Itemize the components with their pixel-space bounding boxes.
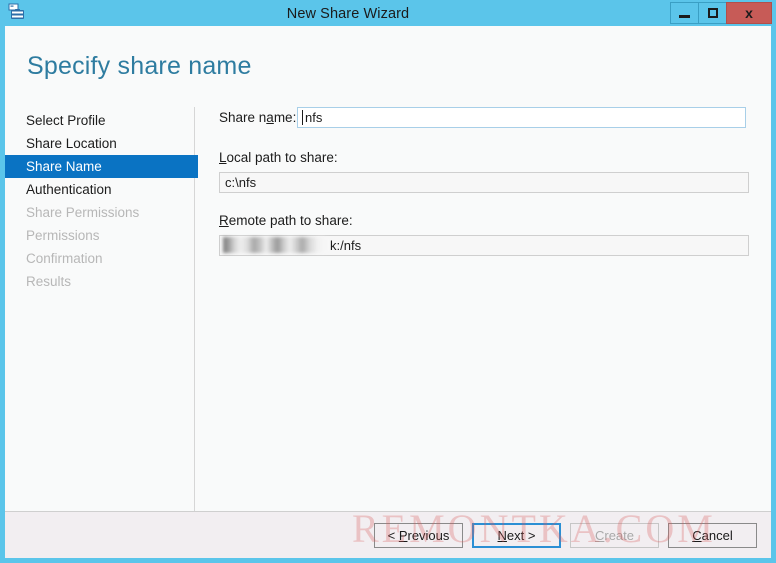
maximize-icon (707, 8, 718, 18)
sidebar-item-select-profile[interactable]: Select Profile (5, 109, 194, 132)
sidebar-item-confirmation: Confirmation (5, 247, 194, 270)
title-bar[interactable]: New Share Wizard x (0, 0, 776, 26)
remote-path-input-wrapper (219, 235, 749, 256)
share-name-input[interactable] (297, 107, 746, 128)
new-share-wizard-window: New Share Wizard x Specify share name Se… (0, 0, 776, 563)
accelerator-char: a (266, 110, 274, 125)
window-controls: x (670, 2, 772, 24)
accelerator-char: L (219, 150, 227, 165)
sidebar-item-results: Results (5, 270, 194, 293)
sidebar-item-label: Share Location (26, 136, 117, 151)
maximize-button[interactable] (698, 2, 726, 24)
close-button[interactable]: x (726, 2, 772, 24)
sidebar-item-label: Select Profile (26, 113, 106, 128)
sidebar-item-label: Results (26, 274, 72, 289)
accelerator-char: C (692, 527, 702, 543)
previous-button[interactable]: < Previous (374, 522, 463, 548)
sidebar-item-label: Share Name (26, 159, 102, 174)
sidebar-item-share-name[interactable]: Share Name (5, 155, 198, 178)
sidebar-item-label: Confirmation (26, 251, 103, 266)
create-button: Create (570, 522, 659, 548)
sidebar-item-label: Authentication (26, 182, 112, 197)
sidebar-item-share-permissions: Share Permissions (5, 201, 194, 224)
cancel-button[interactable]: Cancel (668, 522, 757, 548)
sidebar-item-permissions: Permissions (5, 224, 194, 247)
remote-path-field: Remote path to share: (219, 213, 749, 256)
wizard-footer: < Previous Next > Create Cancel (5, 511, 771, 558)
local-path-label: Local path to share: (219, 150, 338, 165)
remote-path-label: Remote path to share: (219, 213, 353, 228)
minimize-icon (679, 14, 690, 18)
window-title: New Share Wizard (286, 6, 410, 22)
wizard-steps-sidebar: Select Profile Share Location Share Name… (5, 107, 198, 511)
local-path-input[interactable] (219, 172, 749, 193)
sidebar-item-authentication[interactable]: Authentication (5, 178, 194, 201)
accelerator-char: C (594, 527, 605, 543)
next-button[interactable]: Next > (472, 522, 561, 548)
window-body: Specify share name Select Profile Share … (5, 26, 771, 558)
main-pane: Share name: Local path to share: Remote … (195, 107, 771, 511)
minimize-button[interactable] (670, 2, 698, 24)
share-name-input-wrapper (297, 107, 746, 128)
share-name-label: Share name: (219, 110, 297, 125)
sidebar-item-label: Permissions (26, 228, 100, 243)
content-area: Select Profile Share Location Share Name… (5, 81, 771, 511)
share-server-icon (8, 3, 26, 21)
remote-path-input[interactable] (219, 235, 749, 256)
accelerator-char: N (497, 527, 507, 543)
sidebar-item-share-location[interactable]: Share Location (5, 132, 194, 155)
local-path-field: Local path to share: (219, 150, 749, 193)
text-caret (302, 110, 303, 125)
close-icon: x (745, 5, 753, 21)
accelerator-char: R (219, 213, 229, 228)
page-title: Specify share name (27, 52, 252, 80)
sidebar-item-label: Share Permissions (26, 205, 140, 220)
share-name-field-row: Share name: (219, 107, 749, 128)
